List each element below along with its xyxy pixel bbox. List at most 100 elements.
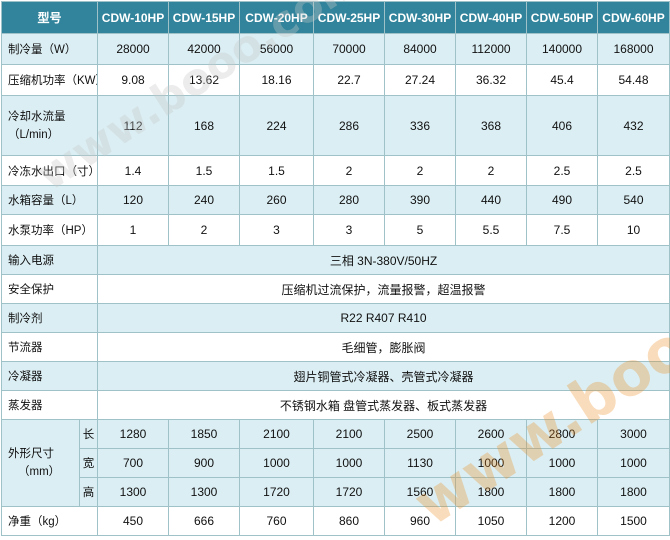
cell: 22.7	[313, 64, 386, 96]
row-label-line: 冷却水流量	[8, 110, 66, 123]
row-label-line: （L/min）	[8, 128, 60, 141]
cell: 5.5	[455, 214, 528, 246]
cell: 2	[313, 155, 386, 186]
header-model: CDW-60HP	[597, 1, 670, 34]
cell: 1200	[526, 506, 599, 536]
row-label-line: 外形尺寸	[8, 448, 54, 460]
sub-label: 长	[78, 419, 99, 449]
row-label-line: （mm）	[18, 466, 61, 478]
cell: 336	[384, 95, 457, 156]
cell: 1800	[455, 477, 528, 507]
cell: 666	[168, 506, 241, 536]
cell-merged: 不锈钢水箱 盘管式蒸发器、板式蒸发器	[97, 390, 670, 420]
cell: 1720	[239, 477, 315, 507]
cell: 1000	[455, 448, 528, 478]
cell: 260	[239, 185, 315, 215]
cell: 3	[313, 214, 386, 246]
cell: 286	[313, 95, 386, 156]
cell: 112	[97, 95, 170, 156]
cell: 1130	[384, 448, 457, 478]
cell: 18.16	[239, 64, 315, 96]
row-tank-capacity: 水箱容量（L） 120 240 260 280 390 440 490 540	[0, 185, 670, 215]
cell: 13.62	[168, 64, 241, 96]
cell: 1280	[97, 419, 170, 449]
cell: 1.4	[97, 155, 170, 186]
row-label: 水泵功率（HP）	[0, 214, 99, 246]
cell: 700	[97, 448, 170, 478]
cell: 368	[455, 95, 528, 156]
row-dimension-height: 高 1300 1300 1720 1720 1560 1800 1800 180…	[1, 477, 670, 507]
cell: 860	[313, 506, 386, 536]
cell-merged: R22 R407 R410	[97, 303, 670, 333]
row-dimension-length: 外形尺寸 （mm） 长 1280 1850 2100 2100 2500 260…	[1, 419, 670, 507]
cell: 2	[168, 214, 241, 246]
cell: 760	[239, 506, 315, 536]
row-cooling-capacity: 制冷量（W） 28000 42000 56000 70000 84000 112…	[0, 33, 670, 65]
header-model: CDW-10HP	[97, 1, 170, 34]
row-label: 冷凝器	[0, 361, 99, 391]
row-label: 蒸发器	[0, 390, 99, 420]
row-pump-power: 水泵功率（HP） 1 2 3 3 5 5.5 7.5 10	[0, 214, 670, 246]
row-refrigerant: 制冷剂 R22 R407 R410	[0, 303, 670, 333]
sub-label: 高	[78, 477, 99, 507]
cell: 70000	[313, 33, 386, 65]
header-model: CDW-30HP	[384, 1, 457, 34]
cell: 1850	[168, 419, 241, 449]
row-label: 输入电源	[0, 245, 99, 275]
cell: 5	[384, 214, 457, 246]
cell: 1300	[168, 477, 241, 507]
cell: 2100	[313, 419, 386, 449]
header-model: CDW-20HP	[239, 1, 315, 34]
cell: 7.5	[526, 214, 599, 246]
cell-merged: 压缩机过流保护，流量报警，超温报警	[97, 274, 670, 304]
cell: 2500	[384, 419, 457, 449]
row-power-supply: 输入电源 三相 3N-380V/50HZ	[0, 245, 670, 275]
cell: 490	[526, 185, 599, 215]
cell: 240	[168, 185, 241, 215]
spec-table: 型号 CDW-10HP CDW-15HP CDW-20HP CDW-25HP C…	[0, 1, 670, 536]
cell: 112000	[455, 33, 528, 65]
header-model: CDW-15HP	[168, 1, 241, 34]
cell: 2600	[455, 419, 528, 449]
row-label: 冷冻水出口（寸）	[0, 155, 99, 186]
cell-merged: 毛细管，膨胀阀	[97, 332, 670, 362]
cell: 168000	[597, 33, 670, 65]
cell: 1000	[526, 448, 599, 478]
cell: 36.32	[455, 64, 528, 96]
cell: 960	[384, 506, 457, 536]
row-label: 净重（kg）	[0, 506, 99, 536]
row-label: 安全保护	[0, 274, 99, 304]
row-label: 水箱容量（L）	[0, 185, 99, 215]
cell: 1050	[455, 506, 528, 536]
row-throttle: 节流器 毛细管，膨胀阀	[0, 332, 670, 362]
cell: 2100	[239, 419, 315, 449]
row-chilled-water-outlet: 冷冻水出口（寸） 1.4 1.5 1.5 2 2 2 2.5 2.5	[0, 155, 670, 186]
cell: 28000	[97, 33, 170, 65]
row-cooling-water-flow: 冷却水流量 （L/min） 112 168 224 286 336 368 40…	[0, 95, 670, 156]
header-model-label: 型号	[0, 1, 99, 34]
row-dimension-width: 宽 700 900 1000 1000 1130 1000 1000 1000	[1, 448, 670, 478]
cell: 2.5	[526, 155, 599, 186]
row-label: 压缩机功率（KW）	[0, 64, 99, 96]
cell: 1560	[384, 477, 457, 507]
cell: 2	[455, 155, 528, 186]
row-net-weight: 净重（kg） 450 666 760 860 960 1050 1200 150…	[0, 506, 670, 536]
row-condenser: 冷凝器 翅片铜管式冷凝器、壳管式冷凝器	[0, 361, 670, 391]
cell: 2800	[526, 419, 599, 449]
cell: 406	[526, 95, 599, 156]
cell: 390	[384, 185, 457, 215]
cell-merged: 翅片铜管式冷凝器、壳管式冷凝器	[97, 361, 670, 391]
cell: 432	[597, 95, 670, 156]
row-label: 节流器	[0, 332, 99, 362]
cell: 54.48	[597, 64, 670, 96]
row-label: 制冷量（W）	[0, 33, 99, 65]
sub-label: 宽	[78, 448, 99, 478]
cell: 3000	[597, 419, 670, 449]
header-model: CDW-25HP	[313, 1, 386, 34]
cell: 224	[239, 95, 315, 156]
cell: 45.4	[526, 64, 599, 96]
cell: 56000	[239, 33, 315, 65]
header-model: CDW-50HP	[526, 1, 599, 34]
cell: 84000	[384, 33, 457, 65]
row-label: 外形尺寸 （mm）	[1, 419, 80, 507]
